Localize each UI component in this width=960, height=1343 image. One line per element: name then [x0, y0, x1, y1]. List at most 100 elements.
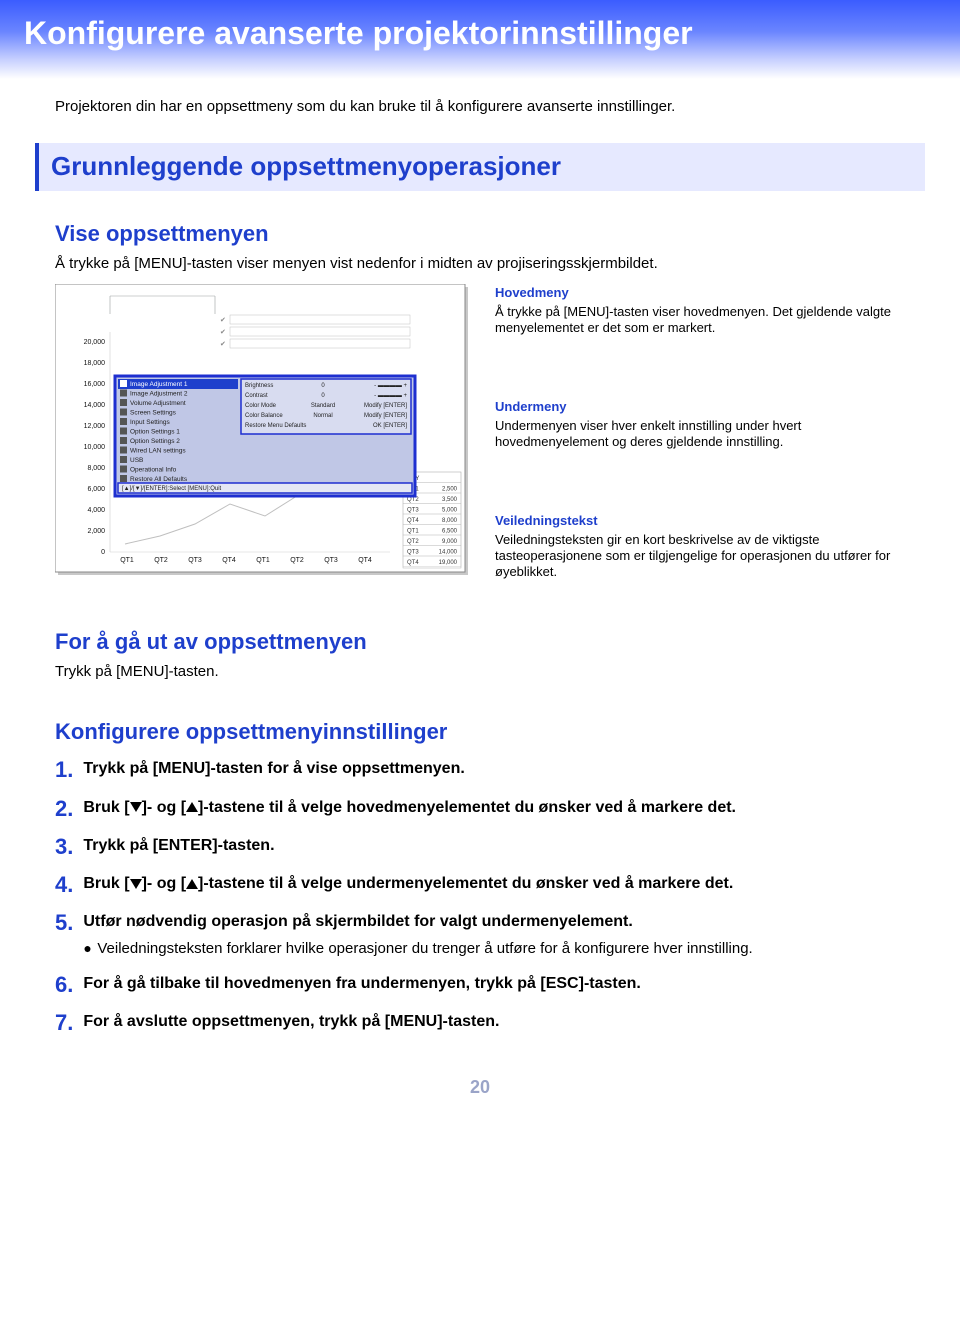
step-text: Utfør nødvendig operasjon på skjermbilde… [83, 911, 905, 933]
svg-text:6,500: 6,500 [442, 529, 458, 535]
diagram-box: 20,00018,00016,00014,00012,00010,0008,00… [55, 284, 475, 586]
svg-text:8,000: 8,000 [442, 518, 458, 524]
diagram-notes: Hovedmeny Å trykke på [MENU]-tasten vise… [495, 284, 905, 580]
page-title: Konfigurere avanserte projektorinnstilli… [24, 15, 693, 51]
step-body: Trykk på [MENU]-tasten for å vise oppset… [83, 758, 905, 780]
section-heading-bar: Grunnleggende oppsettmenyoperasjoner [35, 143, 925, 190]
content-area: Projektoren din har en oppsettmeny som d… [0, 97, 960, 1099]
exit-heading: For å gå ut av oppsettmenyen [55, 627, 905, 657]
step-sub-bullet-text: Veiledningsteksten forklarer hvilke oper… [97, 939, 752, 959]
step-sub-bullet: ●Veiledningsteksten forklarer hvilke ope… [83, 939, 905, 959]
steps-list: 1. Trykk på [MENU]-tasten for å vise opps… [55, 758, 905, 1035]
step-item: 7.For å avslutte oppsettmenyen, trykk på… [55, 1011, 905, 1035]
svg-text:QT2: QT2 [407, 539, 419, 545]
step-number: 3. [55, 835, 73, 859]
svg-text:Image Adjustment 2: Image Adjustment 2 [130, 391, 188, 398]
step-item: 2. Bruk []- og []-tastene til å velge hov… [55, 797, 905, 821]
vise-heading: Vise oppsettmenyen [55, 219, 905, 249]
step-body: Utfør nødvendig operasjon på skjermbilde… [83, 911, 905, 959]
svg-text:Input Settings: Input Settings [130, 419, 170, 426]
svg-text:QT3: QT3 [407, 550, 419, 556]
page-title-banner: Konfigurere avanserte projektorinnstilli… [0, 0, 960, 79]
arrow-down-icon [130, 802, 142, 812]
svg-text:Restore All Defaults: Restore All Defaults [130, 476, 188, 483]
svg-text:Normal: Normal [313, 413, 332, 419]
step-text: Bruk []- og []-tastene til å velge hoved… [83, 797, 905, 819]
svg-text:Wired LAN settings: Wired LAN settings [130, 448, 186, 455]
step-body: Bruk []- og []-tastene til å velge hoved… [83, 797, 905, 819]
svg-text:QT4: QT4 [407, 560, 419, 566]
svg-text:Option Settings 1: Option Settings 1 [130, 429, 180, 436]
step-item: 1. Trykk på [MENU]-tasten for å vise opps… [55, 758, 905, 782]
svg-text:QT4: QT4 [358, 557, 372, 564]
exit-body: Trykk på [MENU]-tasten. [55, 662, 905, 682]
svg-text:QT3: QT3 [324, 557, 338, 564]
svg-text:2,500: 2,500 [442, 487, 458, 493]
step-text: Trykk på [MENU]-tasten for å vise oppset… [83, 758, 905, 780]
svg-text:Image Adjustment 1: Image Adjustment 1 [130, 381, 188, 388]
svg-text:[▲]/[▼]/[ENTER]:Select [MENU]:: [▲]/[▼]/[ENTER]:Select [MENU]:Quit [122, 486, 222, 492]
svg-text:Restore Menu Defaults: Restore Menu Defaults [245, 423, 306, 429]
step-body: Bruk []- og []-tastene til å velge under… [83, 873, 905, 895]
arrow-up-icon [186, 879, 198, 889]
svg-text:QT1: QT1 [120, 557, 134, 564]
svg-text:20,000: 20,000 [84, 339, 106, 346]
svg-text:9,000: 9,000 [442, 539, 458, 545]
step-text: Trykk på [ENTER]-tasten. [83, 835, 905, 857]
svg-text:19,000: 19,000 [439, 560, 458, 566]
svg-text:Volume Adjustment: Volume Adjustment [130, 400, 186, 407]
svg-text:Screen Settings: Screen Settings [130, 410, 177, 417]
svg-text:Modify [ENTER]: Modify [ENTER] [364, 413, 407, 419]
step-number: 6. [55, 973, 73, 997]
svg-text:Contrast: Contrast [245, 393, 268, 399]
svg-text:QT4: QT4 [407, 518, 419, 524]
step-number: 7. [55, 1011, 73, 1035]
svg-text:Color Mode: Color Mode [245, 403, 277, 409]
note-veiledning-body: Veiledningsteksten gir en kort beskrivel… [495, 532, 905, 581]
svg-text:3,500: 3,500 [442, 497, 458, 503]
step-number: 5. [55, 911, 73, 935]
svg-text:Modify [ENTER]: Modify [ENTER] [364, 403, 407, 409]
menu-diagram-svg: 20,00018,00016,00014,00012,00010,0008,00… [55, 284, 475, 580]
svg-text:12,000: 12,000 [84, 423, 106, 430]
step-number: 1. [55, 758, 73, 782]
svg-text:10,000: 10,000 [84, 444, 106, 451]
note-hovedmeny-body: Å trykke på [MENU]-tasten viser hovedmen… [495, 304, 905, 337]
step-number: 2. [55, 797, 73, 821]
konfig-heading: Konfigurere oppsettmenyinnstillinger [55, 717, 905, 747]
svg-text:OK [ENTER]: OK [ENTER] [373, 423, 407, 429]
step-body: For å gå tilbake til hovedmenyen fra und… [83, 973, 905, 995]
note-veiledning: Veiledningstekst Veiledningsteksten gir … [495, 512, 905, 580]
note-undermeny: Undermeny Undermenyen viser hver enkelt … [495, 398, 905, 450]
page-container: Konfigurere avanserte projektorinnstilli… [0, 0, 960, 1140]
step-item: 6. For å gå tilbake til hovedmenyen fra u… [55, 973, 905, 997]
svg-text:18,000: 18,000 [84, 360, 106, 367]
section-heading: Grunnleggende oppsettmenyoperasjoner [51, 151, 561, 181]
svg-text:Color Balance: Color Balance [245, 413, 283, 419]
step-text: Bruk []- og []-tastene til å velge under… [83, 873, 905, 895]
svg-text:✔: ✔ [220, 317, 226, 324]
svg-text:14,000: 14,000 [439, 550, 458, 556]
svg-text:QT2: QT2 [154, 557, 168, 564]
svg-text:14,000: 14,000 [84, 402, 106, 409]
svg-text:2,000: 2,000 [87, 528, 105, 535]
note-veiledning-title: Veiledningstekst [495, 512, 905, 530]
svg-text:✔: ✔ [220, 341, 226, 348]
intro-paragraph: Projektoren din har en oppsettmeny som d… [55, 97, 905, 117]
step-body: Trykk på [ENTER]-tasten. [83, 835, 905, 857]
step-item: 5. Utfør nødvendig operasjon på skjermbil… [55, 911, 905, 959]
bullet-icon: ● [83, 939, 97, 959]
svg-text:✔: ✔ [220, 329, 226, 336]
step-item: 4.Bruk []- og []-tastene til å velge und… [55, 873, 905, 897]
svg-text:QT3: QT3 [188, 557, 202, 564]
svg-text:QT3: QT3 [407, 508, 419, 514]
svg-text:USB: USB [130, 457, 143, 464]
page-number: 20 [55, 1075, 905, 1099]
svg-text:0: 0 [101, 549, 105, 556]
step-item: 3. Trykk på [ENTER]-tasten. [55, 835, 905, 859]
arrow-down-icon [130, 879, 142, 889]
svg-text:6,000: 6,000 [87, 486, 105, 493]
svg-text:QT2: QT2 [407, 497, 419, 503]
svg-text:- ▬▬▬▬ +: - ▬▬▬▬ + [374, 393, 407, 399]
note-hovedmeny-title: Hovedmeny [495, 284, 905, 302]
